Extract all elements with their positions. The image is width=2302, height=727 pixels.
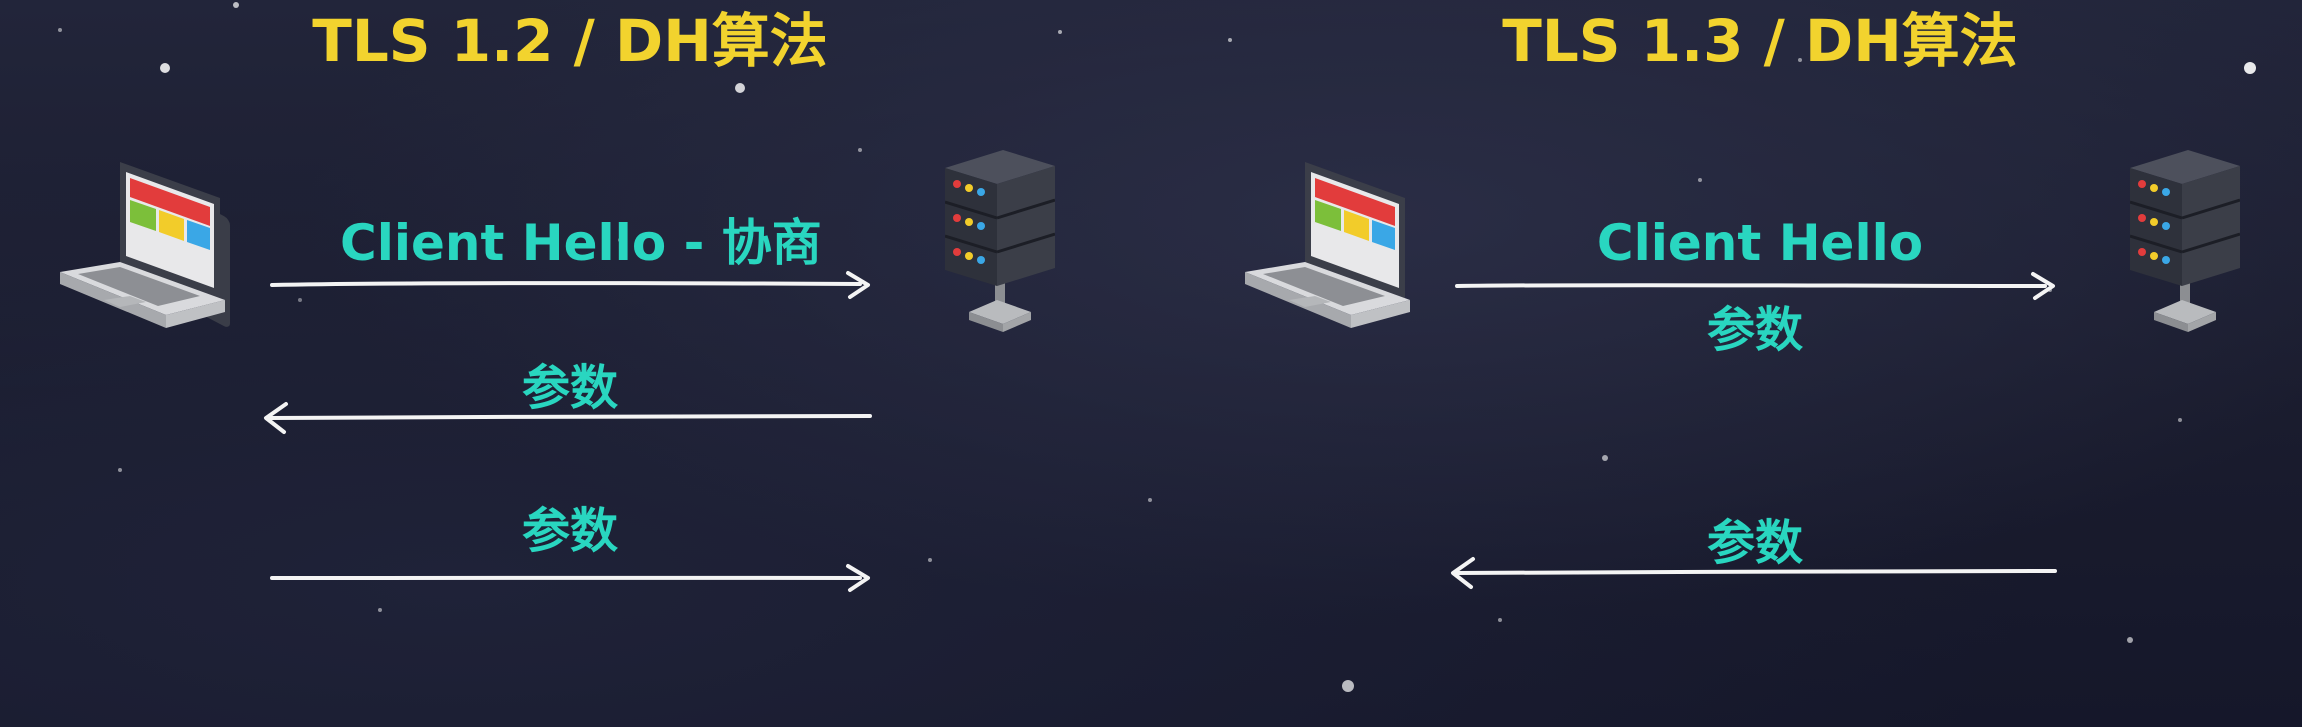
label-params-client-to-server: 参数 xyxy=(521,503,618,559)
server-icon xyxy=(2130,150,2240,332)
label-params-server-to-client: 参数 xyxy=(521,360,618,416)
label-client-hello: Client Hello xyxy=(1596,214,1924,272)
starfield-background xyxy=(58,2,2256,692)
server-icon xyxy=(945,150,1055,332)
label-params-with-client-hello: 参数 xyxy=(1706,302,1803,358)
label-params-server-reply: 参数 xyxy=(1706,515,1803,571)
title-tls12: TLS 1.2 / DH算法 xyxy=(312,7,828,75)
title-tls13: TLS 1.3 / DH算法 xyxy=(1502,7,2018,75)
laptop-icon xyxy=(1245,162,1410,328)
label-client-hello-negotiate: Client Hello - 协商 xyxy=(340,214,822,272)
arrow-client-to-server-tls13 xyxy=(1455,272,2055,300)
arrow-client-to-server-2 xyxy=(270,564,870,592)
laptop-icon xyxy=(60,162,230,328)
